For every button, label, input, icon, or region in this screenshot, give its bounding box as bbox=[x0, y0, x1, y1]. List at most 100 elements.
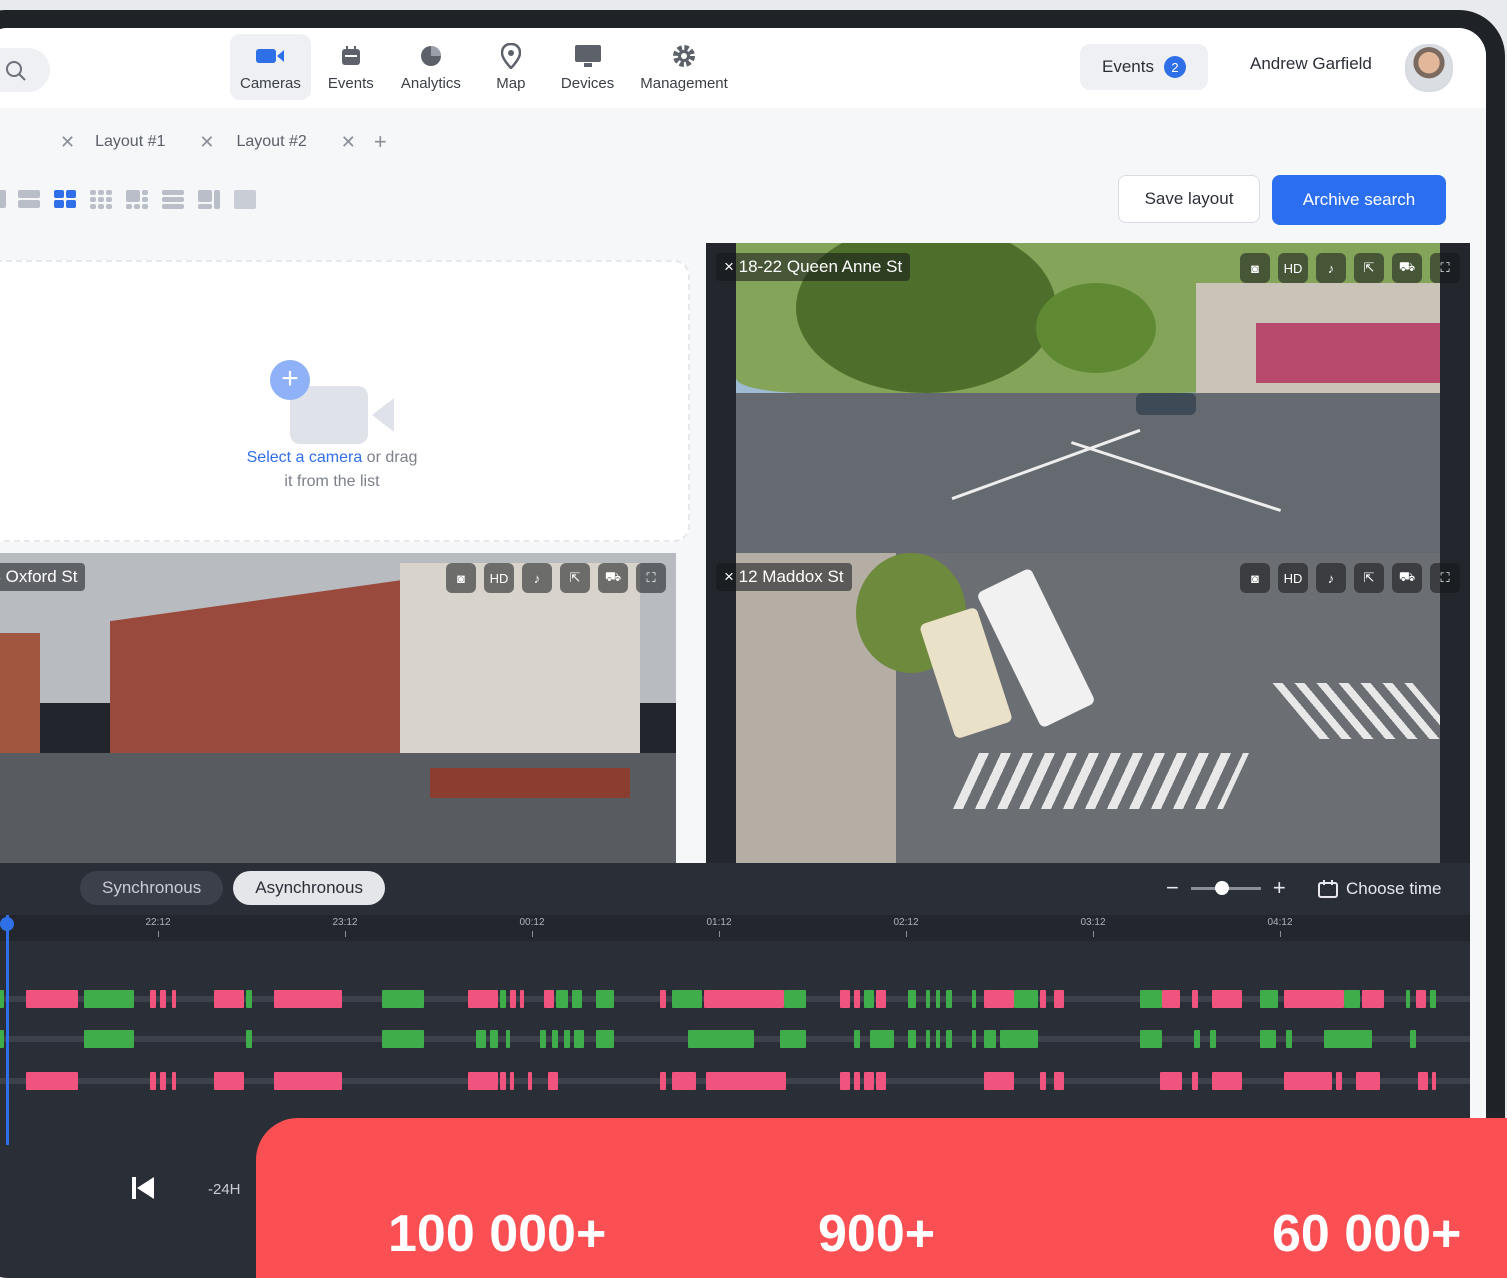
add-camera-icon[interactable]: + bbox=[270, 360, 310, 400]
recording-segment[interactable] bbox=[1140, 990, 1162, 1008]
motion-event-segment[interactable] bbox=[704, 990, 784, 1008]
hd-toggle[interactable]: HD bbox=[484, 563, 514, 593]
motion-event-segment[interactable] bbox=[274, 990, 342, 1008]
select-camera-link[interactable]: Select a camera bbox=[247, 449, 363, 466]
recording-segment[interactable] bbox=[936, 990, 940, 1008]
motion-event-segment[interactable] bbox=[984, 1072, 1014, 1090]
zoom-slider[interactable] bbox=[1190, 880, 1261, 895]
vehicle-icon[interactable]: ⛟ bbox=[1392, 253, 1422, 283]
motion-event-segment[interactable] bbox=[160, 1072, 166, 1090]
motion-event-segment[interactable] bbox=[468, 990, 498, 1008]
recording-segment[interactable] bbox=[926, 1030, 930, 1048]
recording-segment[interactable] bbox=[552, 1030, 558, 1048]
tab-layout-2[interactable]: Layout #2 bbox=[236, 133, 306, 151]
export-icon[interactable]: ⇱ bbox=[1354, 563, 1384, 593]
recording-segment[interactable] bbox=[1286, 1030, 1292, 1048]
recording-segment[interactable] bbox=[84, 990, 134, 1008]
export-icon[interactable]: ⇱ bbox=[560, 563, 590, 593]
recording-segment[interactable] bbox=[972, 990, 976, 1008]
motion-event-segment[interactable] bbox=[1192, 990, 1198, 1008]
zoom-in-icon[interactable]: + bbox=[1273, 875, 1286, 901]
recording-segment[interactable] bbox=[556, 990, 568, 1008]
add-tab-icon[interactable]: + bbox=[374, 129, 387, 155]
recording-segment[interactable] bbox=[864, 990, 874, 1008]
nav-analytics[interactable]: Analytics bbox=[391, 34, 471, 100]
motion-event-segment[interactable] bbox=[150, 990, 156, 1008]
motion-event-segment[interactable] bbox=[544, 990, 554, 1008]
snapshot-icon[interactable]: ◙ bbox=[1240, 253, 1270, 283]
motion-event-segment[interactable] bbox=[214, 990, 244, 1008]
motion-event-segment[interactable] bbox=[1284, 1072, 1332, 1090]
motion-event-segment[interactable] bbox=[510, 990, 516, 1008]
motion-event-segment[interactable] bbox=[840, 1072, 850, 1090]
motion-event-segment[interactable] bbox=[660, 1072, 666, 1090]
recording-segment[interactable] bbox=[908, 990, 916, 1008]
motion-event-segment[interactable] bbox=[548, 1072, 558, 1090]
recording-segment[interactable] bbox=[1430, 990, 1436, 1008]
fullscreen-icon[interactable]: ⛶ bbox=[636, 563, 666, 593]
motion-event-segment[interactable] bbox=[672, 1072, 696, 1090]
layout-3x3-icon[interactable] bbox=[88, 188, 114, 210]
recording-segment[interactable] bbox=[780, 1030, 806, 1048]
recording-segment[interactable] bbox=[926, 990, 930, 1008]
camera-tile-oxford[interactable]: 13 Oxford St ◙ HD ♪ ⇱ ⛟ ⛶ bbox=[0, 553, 676, 863]
recording-segment[interactable] bbox=[246, 1030, 252, 1048]
time-ruler[interactable]: 22:12 23:12 00:12 01:12 02:12 03:12 04:12 bbox=[0, 915, 1470, 941]
recording-segment[interactable] bbox=[564, 1030, 570, 1048]
recording-segment[interactable] bbox=[936, 1030, 940, 1048]
recording-segment[interactable] bbox=[540, 1030, 546, 1048]
recording-segment[interactable] bbox=[672, 990, 702, 1008]
recording-segment[interactable] bbox=[1324, 1030, 1372, 1048]
nav-management[interactable]: Management bbox=[630, 34, 738, 100]
motion-event-segment[interactable] bbox=[520, 990, 524, 1008]
event-track[interactable] bbox=[0, 990, 1470, 1008]
recording-segment[interactable] bbox=[1210, 1030, 1216, 1048]
motion-event-segment[interactable] bbox=[706, 1072, 786, 1090]
recording-segment[interactable] bbox=[984, 1030, 996, 1048]
volume-icon[interactable]: ♪ bbox=[522, 563, 552, 593]
motion-event-segment[interactable] bbox=[1284, 990, 1344, 1008]
layout-2x1-icon[interactable] bbox=[0, 188, 6, 210]
motion-event-segment[interactable] bbox=[1040, 1072, 1046, 1090]
save-layout-button[interactable]: Save layout bbox=[1118, 175, 1260, 223]
recording-segment[interactable] bbox=[1410, 1030, 1416, 1048]
close-icon[interactable]: ✕ bbox=[60, 132, 75, 153]
motion-event-segment[interactable] bbox=[1192, 1072, 1198, 1090]
motion-event-segment[interactable] bbox=[172, 990, 176, 1008]
recording-segment[interactable] bbox=[946, 990, 952, 1008]
recording-segment[interactable] bbox=[574, 1030, 584, 1048]
skip-back-icon[interactable] bbox=[130, 1175, 156, 1201]
empty-camera-slot[interactable]: + Select a camera or drag it from the li… bbox=[0, 260, 690, 542]
motion-event-segment[interactable] bbox=[150, 1072, 156, 1090]
snapshot-icon[interactable]: ◙ bbox=[1240, 563, 1270, 593]
motion-event-segment[interactable] bbox=[510, 1072, 514, 1090]
camera-tile-maddox[interactable]: × 12 Maddox St ◙ HD ♪ ⇱ ⛟ ⛶ bbox=[706, 553, 1470, 863]
motion-event-segment[interactable] bbox=[660, 990, 666, 1008]
choose-time-button[interactable]: Choose time bbox=[1318, 879, 1441, 899]
recording-segment[interactable] bbox=[870, 1030, 894, 1048]
export-icon[interactable]: ⇱ bbox=[1354, 253, 1384, 283]
motion-event-segment[interactable] bbox=[1040, 990, 1046, 1008]
recording-segment[interactable] bbox=[382, 1030, 424, 1048]
recording-segment[interactable] bbox=[1406, 990, 1410, 1008]
recording-segment[interactable] bbox=[1140, 1030, 1162, 1048]
motion-event-segment[interactable] bbox=[1432, 1072, 1436, 1090]
motion-event-segment[interactable] bbox=[854, 990, 860, 1008]
motion-event-segment[interactable] bbox=[876, 1072, 886, 1090]
motion-event-segment[interactable] bbox=[1362, 990, 1384, 1008]
recording-segment[interactable] bbox=[946, 1030, 952, 1048]
recording-segment[interactable] bbox=[382, 990, 424, 1008]
recording-segment[interactable] bbox=[1260, 990, 1278, 1008]
recording-segment[interactable] bbox=[490, 1030, 498, 1048]
hd-toggle[interactable]: HD bbox=[1278, 253, 1308, 283]
layout-1plus5-icon[interactable] bbox=[124, 188, 150, 210]
zoom-out-icon[interactable]: − bbox=[1166, 875, 1179, 901]
rewind-24h-button[interactable]: -24H bbox=[208, 1181, 241, 1198]
motion-event-segment[interactable] bbox=[528, 1072, 532, 1090]
recording-segment[interactable] bbox=[688, 1030, 754, 1048]
motion-event-segment[interactable] bbox=[1160, 1072, 1182, 1090]
layout-4x3-icon[interactable] bbox=[160, 188, 186, 210]
motion-event-segment[interactable] bbox=[1416, 990, 1426, 1008]
layout-1x2-icon[interactable] bbox=[16, 188, 42, 210]
camera-tile-queen-anne[interactable]: × 18-22 Queen Anne St ◙ HD ♪ ⇱ ⛟ ⛶ bbox=[706, 243, 1470, 553]
